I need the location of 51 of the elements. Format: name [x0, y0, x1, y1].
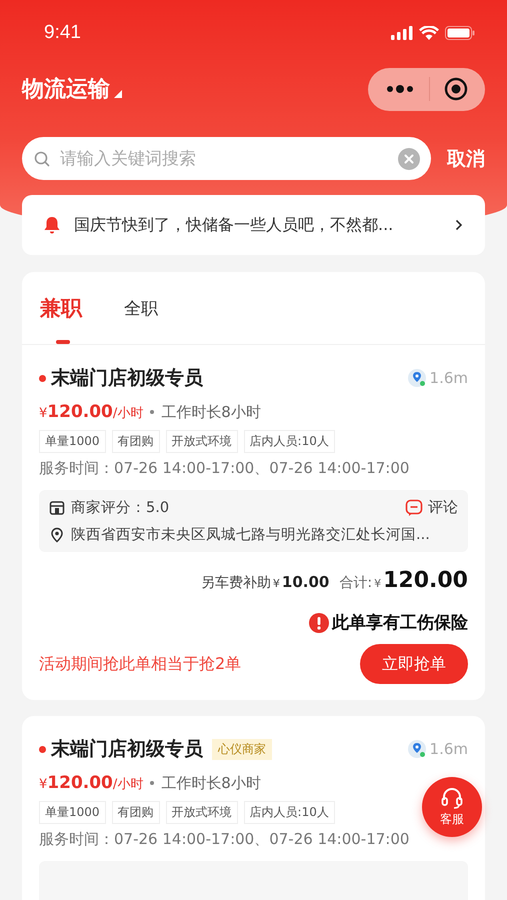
- search-field[interactable]: 请输入关键词搜索: [22, 137, 431, 180]
- notice-text: 国庆节快到了，快储备一些人员吧，不然都...: [74, 214, 394, 236]
- comment-link[interactable]: 评论: [405, 498, 458, 517]
- insurance-text: 此单享有工伤保险: [332, 612, 468, 634]
- status-dot-icon: [39, 374, 46, 382]
- job-tag: 店内人员:10人: [244, 801, 335, 824]
- job-tag: 开放式环境: [166, 801, 238, 824]
- rating-text: 商家评分：5.0: [71, 498, 170, 517]
- tab[interactable]: 全职: [124, 272, 158, 344]
- service-time: 服务时间：07-26 14:00-17:00、07-26 14:00-17:00: [39, 459, 410, 478]
- job-tag: 单量1000: [39, 801, 106, 824]
- location-pin-icon: [406, 368, 427, 388]
- location-pin-icon: [406, 739, 427, 759]
- warning-icon: [309, 612, 329, 632]
- job-title: 末端门店初级专员: [51, 366, 203, 391]
- distance-text: 1.6m: [430, 740, 468, 758]
- total-text: 合计:¥120.00: [339, 568, 468, 593]
- service-time: 服务时间：07-26 14:00-17:00、07-26 14:00-17:00: [39, 830, 410, 849]
- duration-text: 工作时长8小时: [161, 774, 261, 792]
- duration-text: 工作时长8小时: [161, 402, 261, 422]
- wifi-icon: [419, 26, 439, 40]
- address-text: 陕西省西安市未央区凤城七路与明光路交汇处长河国...: [71, 526, 430, 544]
- price-text: ¥120.00/小时: [39, 773, 144, 793]
- cancel-button[interactable]: 取消: [447, 146, 485, 172]
- merchant-badge: 心仪商家: [212, 738, 272, 760]
- job-tag: 开放式环境: [166, 430, 238, 453]
- bell-icon: [42, 215, 62, 235]
- more-icon[interactable]: [385, 84, 415, 94]
- job-tag: 有团购: [112, 801, 160, 824]
- price-text: ¥120.00/小时: [39, 402, 144, 422]
- notice-bar[interactable]: 国庆节快到了，快储备一些人员吧，不然都...: [22, 195, 485, 255]
- job-tag: 有团购: [112, 430, 160, 453]
- dropdown-icon: [114, 90, 122, 98]
- comment-icon: [405, 498, 423, 516]
- tab[interactable]: 兼职: [40, 272, 82, 344]
- chevron-icon: [455, 219, 463, 231]
- grab-order-button[interactable]: 立即抢单: [360, 644, 468, 684]
- subsidy-text: 另车费补助¥10.00: [200, 573, 330, 592]
- shop-icon: [49, 500, 65, 516]
- job-tag: 店内人员:10人: [244, 430, 335, 453]
- signal-icon: [391, 26, 413, 40]
- status-dot-icon: [39, 746, 46, 752]
- headset-icon: [440, 786, 464, 808]
- clock: 9:41: [44, 22, 81, 44]
- battery-icon: [445, 26, 475, 40]
- job-tag: 单量1000: [39, 430, 106, 453]
- distance-text: 1.6m: [430, 369, 468, 387]
- map-pin-icon: [49, 526, 65, 542]
- city-dropdown[interactable]: 物流运输: [22, 74, 122, 104]
- job-title: 末端门店初级专员: [51, 737, 203, 762]
- promo-text: 活动期间抢此单相当于抢2单: [39, 654, 242, 674]
